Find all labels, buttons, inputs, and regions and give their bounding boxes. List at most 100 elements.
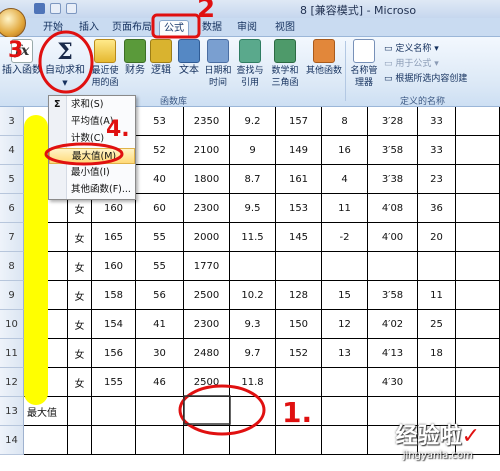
table-cell[interactable]: 2100 (184, 136, 230, 165)
tab-formulas[interactable]: 公式 (159, 20, 189, 37)
table-cell[interactable] (276, 252, 322, 281)
table-cell[interactable]: 158 (92, 281, 136, 310)
table-cell[interactable]: 11.8 (230, 368, 276, 397)
table-cell[interactable] (230, 397, 276, 426)
table-cell[interactable]: 40 (136, 165, 184, 194)
table-cell[interactable]: 46 (136, 368, 184, 397)
table-cell[interactable] (456, 165, 500, 194)
table-cell[interactable]: 156 (92, 339, 136, 368)
table-cell[interactable] (456, 368, 500, 397)
table-cell[interactable]: 11 (322, 194, 368, 223)
table-cell[interactable] (68, 426, 92, 455)
table-cell[interactable]: 145 (276, 223, 322, 252)
use-in-formula-button[interactable]: ▭ 用于公式 ▾ (384, 56, 439, 69)
table-cell[interactable]: 2000 (184, 223, 230, 252)
table-cell[interactable] (136, 426, 184, 455)
table-cell[interactable] (322, 252, 368, 281)
table-cell[interactable] (322, 397, 368, 426)
table-cell[interactable] (368, 252, 418, 281)
tab-home[interactable]: 开始 (38, 20, 68, 37)
table-cell[interactable]: 3′58 (368, 136, 418, 165)
menu-item-sum[interactable]: Σ 求和(S) (49, 97, 135, 113)
table-cell[interactable]: 60 (136, 194, 184, 223)
row-header[interactable]: 5 (0, 165, 24, 194)
table-cell[interactable]: 女 (68, 368, 92, 397)
table-cell[interactable] (456, 252, 500, 281)
define-name-button[interactable]: ▭ 定义名称 ▾ (384, 41, 439, 54)
table-cell[interactable]: 3′58 (368, 281, 418, 310)
table-cell[interactable]: 15 (322, 281, 368, 310)
table-cell[interactable] (456, 310, 500, 339)
math-button[interactable]: 数学和三角函数 (268, 39, 302, 89)
table-cell[interactable] (136, 397, 184, 426)
table-cell[interactable]: 153 (276, 194, 322, 223)
other-functions-button[interactable]: 其他函数 (306, 39, 342, 89)
row-header[interactable]: 10 (0, 310, 24, 339)
row-header[interactable]: 7 (0, 223, 24, 252)
row-header[interactable]: 4 (0, 136, 24, 165)
text-button[interactable]: 文本 (178, 39, 200, 77)
table-cell[interactable] (418, 368, 456, 397)
table-cell[interactable]: 1770 (184, 252, 230, 281)
table-cell[interactable]: 女 (68, 223, 92, 252)
table-cell[interactable] (184, 397, 230, 426)
table-cell[interactable]: 9 (230, 136, 276, 165)
table-cell[interactable]: 20 (418, 223, 456, 252)
row-header[interactable]: 6 (0, 194, 24, 223)
row-header[interactable]: 9 (0, 281, 24, 310)
table-cell[interactable]: 1800 (184, 165, 230, 194)
lookup-button[interactable]: 查找与引用 (236, 39, 264, 89)
menu-item-max[interactable]: 最大值(M) (49, 148, 135, 164)
table-cell[interactable]: 23 (418, 165, 456, 194)
table-cell[interactable]: -2 (322, 223, 368, 252)
table-cell[interactable]: 2500 (184, 281, 230, 310)
save-icon[interactable] (34, 3, 45, 14)
table-cell[interactable]: 12 (322, 310, 368, 339)
table-cell[interactable]: 3′28 (368, 107, 418, 136)
table-cell[interactable]: 女 (68, 252, 92, 281)
table-cell[interactable]: 157 (276, 107, 322, 136)
menu-item-min[interactable]: 最小值(I) (49, 165, 135, 181)
table-cell[interactable] (276, 368, 322, 397)
autosum-button[interactable]: Σ 自动求和 ▼ (45, 39, 85, 89)
table-cell[interactable]: 152 (276, 339, 322, 368)
table-cell[interactable]: 36 (418, 194, 456, 223)
table-cell[interactable]: 9.2 (230, 107, 276, 136)
table-cell[interactable]: 11.5 (230, 223, 276, 252)
table-cell[interactable]: 154 (92, 310, 136, 339)
table-cell[interactable]: 55 (136, 223, 184, 252)
table-cell[interactable]: 11 (418, 281, 456, 310)
table-cell[interactable] (456, 107, 500, 136)
table-cell[interactable] (230, 252, 276, 281)
table-cell[interactable]: 13 (322, 339, 368, 368)
table-cell[interactable]: 女 (68, 281, 92, 310)
datetime-button[interactable]: 日期和时间 (204, 39, 232, 89)
tab-view[interactable]: 视图 (270, 20, 300, 37)
tab-page-layout[interactable]: 页面布局 (108, 20, 156, 37)
table-cell[interactable]: 52 (136, 136, 184, 165)
table-cell[interactable] (322, 426, 368, 455)
table-cell[interactable]: 8.7 (230, 165, 276, 194)
logical-button[interactable]: 逻辑 (150, 39, 172, 77)
row-header[interactable]: 12 (0, 368, 24, 397)
table-cell[interactable]: 4′13 (368, 339, 418, 368)
table-cell[interactable] (456, 136, 500, 165)
table-cell[interactable]: 10.2 (230, 281, 276, 310)
tab-insert[interactable]: 插入 (74, 20, 104, 37)
menu-item-more-functions[interactable]: 其他函数(F)... (49, 182, 135, 198)
table-cell[interactable]: 4′30 (368, 368, 418, 397)
table-cell[interactable]: 150 (276, 310, 322, 339)
row-header[interactable]: 3 (0, 107, 24, 136)
table-cell[interactable]: 160 (92, 252, 136, 281)
table-cell[interactable]: 33 (418, 136, 456, 165)
table-cell[interactable]: 2350 (184, 107, 230, 136)
table-cell[interactable]: 25 (418, 310, 456, 339)
table-cell[interactable]: 2480 (184, 339, 230, 368)
table-cell[interactable]: 149 (276, 136, 322, 165)
table-cell[interactable]: 9.5 (230, 194, 276, 223)
table-cell[interactable]: 53 (136, 107, 184, 136)
table-cell[interactable] (456, 339, 500, 368)
table-cell[interactable] (418, 252, 456, 281)
undo-icon[interactable] (50, 3, 61, 14)
row-header[interactable]: 8 (0, 252, 24, 281)
